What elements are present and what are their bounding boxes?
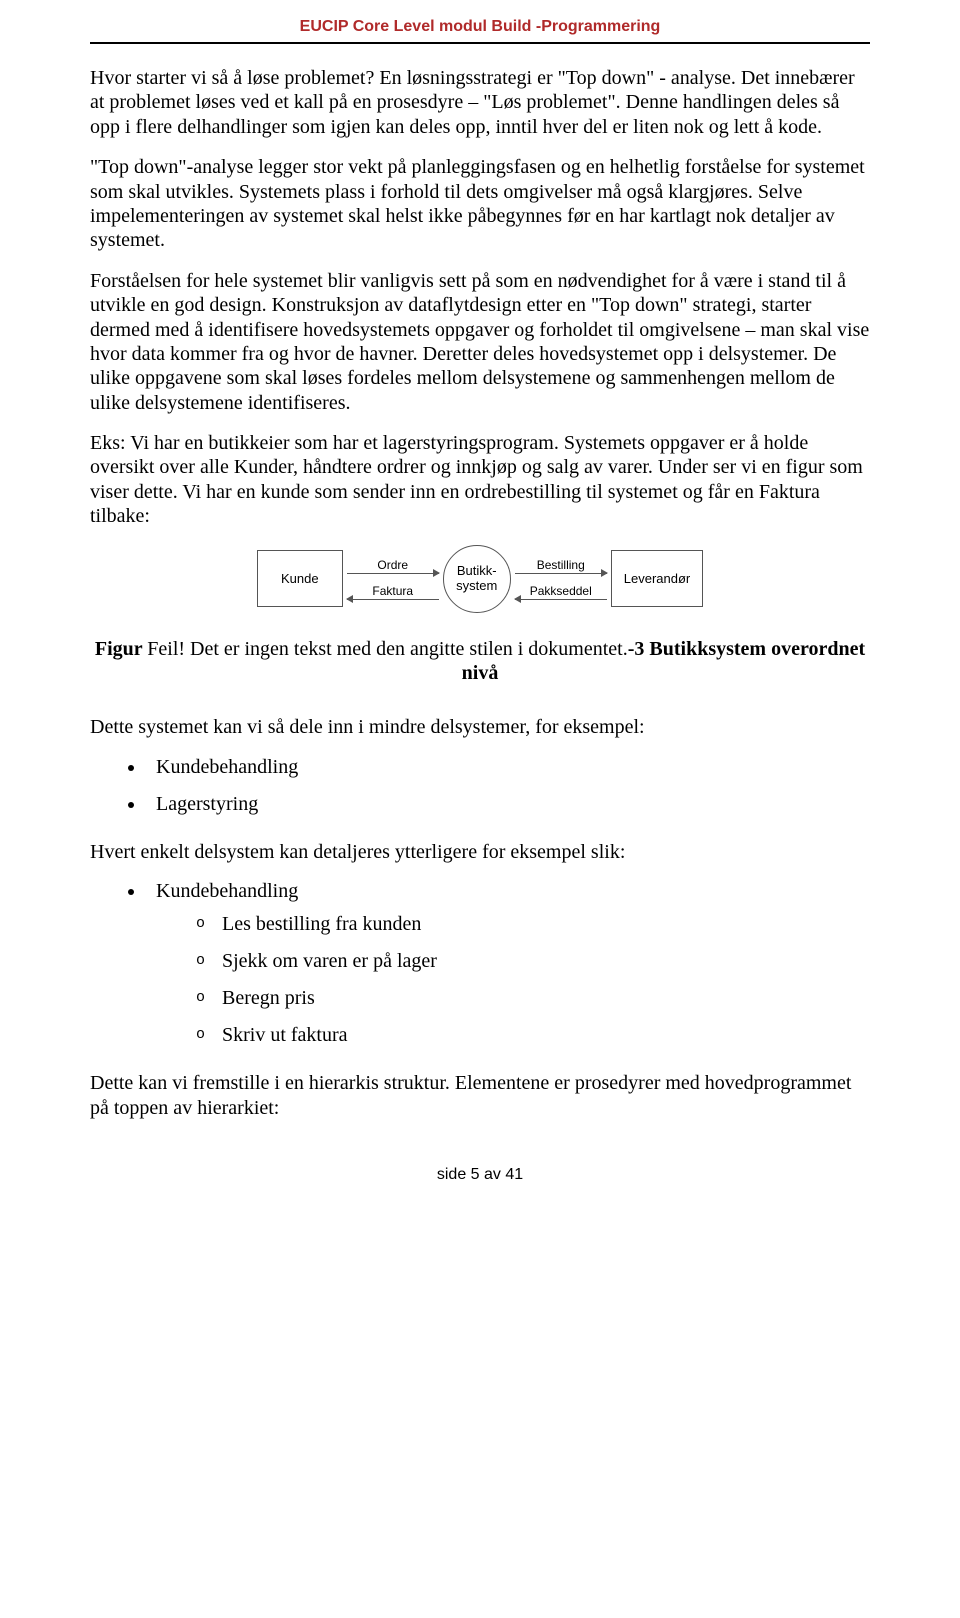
paragraph-7: Dette kan vi fremstille i en hierarkis s… xyxy=(90,1071,870,1120)
list-item: Kundebehandling xyxy=(146,756,870,779)
diagram-box-kunde: Kunde xyxy=(257,550,343,607)
diagram-connector-right: Bestilling Pakkseddel xyxy=(511,558,611,600)
list-item: Lagerstyring xyxy=(146,793,870,816)
header-rule xyxy=(90,42,870,44)
paragraph-2: "Top down"-analyse legger stor vekt på p… xyxy=(90,155,870,253)
paragraph-5: Dette systemet kan vi så dele inn i mind… xyxy=(90,715,870,739)
page-footer: side 5 av 41 xyxy=(90,1166,870,1184)
list-item: Skriv ut faktura xyxy=(196,1024,870,1047)
detail-group-label: Kundebehandling xyxy=(156,880,298,902)
list-item: Les bestilling fra kunden xyxy=(196,913,870,936)
diagram-label-pakkseddel: Pakkseddel xyxy=(515,584,607,598)
list-item: Kundebehandling Les bestilling fra kunde… xyxy=(146,880,870,1047)
detail-list: Kundebehandling Les bestilling fra kunde… xyxy=(90,880,870,1047)
detail-sublist: Les bestilling fra kunden Sjekk om varen… xyxy=(156,913,870,1047)
caption-error-text: Feil! Det er ingen tekst med den angitte… xyxy=(147,638,627,660)
page-header: EUCIP Core Level modul Build -Programmer… xyxy=(90,18,870,36)
diagram-label-faktura: Faktura xyxy=(347,584,439,598)
list-item: Beregn pris xyxy=(196,987,870,1010)
dataflow-diagram: Kunde Ordre Faktura Butikk- system Besti… xyxy=(257,545,703,613)
figure-container: Kunde Ordre Faktura Butikk- system Besti… xyxy=(90,545,870,613)
diagram-circle-butikksystem: Butikk- system xyxy=(443,545,511,613)
arrow-left-icon xyxy=(515,599,607,600)
list-item: Sjekk om varen er på lager xyxy=(196,950,870,973)
arrow-right-icon xyxy=(347,573,439,574)
arrow-right-icon xyxy=(515,573,607,574)
paragraph-3: Forståelsen for hele systemet blir vanli… xyxy=(90,269,870,415)
subsystem-list: Kundebehandling Lagerstyring xyxy=(90,756,870,816)
arrow-left-icon xyxy=(347,599,439,600)
diagram-label-bestilling: Bestilling xyxy=(515,558,607,572)
paragraph-4: Eks: Vi har en butikkeier som har et lag… xyxy=(90,431,870,529)
diagram-box-leverandor: Leverandør xyxy=(611,550,703,607)
document-page: EUCIP Core Level modul Build -Programmer… xyxy=(0,0,960,1224)
paragraph-1: Hvor starter vi så å løse problemet? En … xyxy=(90,66,870,139)
figure-caption: Figur Feil! Det er ingen tekst med den a… xyxy=(90,637,870,686)
caption-prefix: Figur xyxy=(95,638,147,660)
diagram-label-ordre: Ordre xyxy=(347,558,439,572)
paragraph-6: Hvert enkelt delsystem kan detaljeres yt… xyxy=(90,840,870,864)
diagram-connector-left: Ordre Faktura xyxy=(343,558,443,600)
